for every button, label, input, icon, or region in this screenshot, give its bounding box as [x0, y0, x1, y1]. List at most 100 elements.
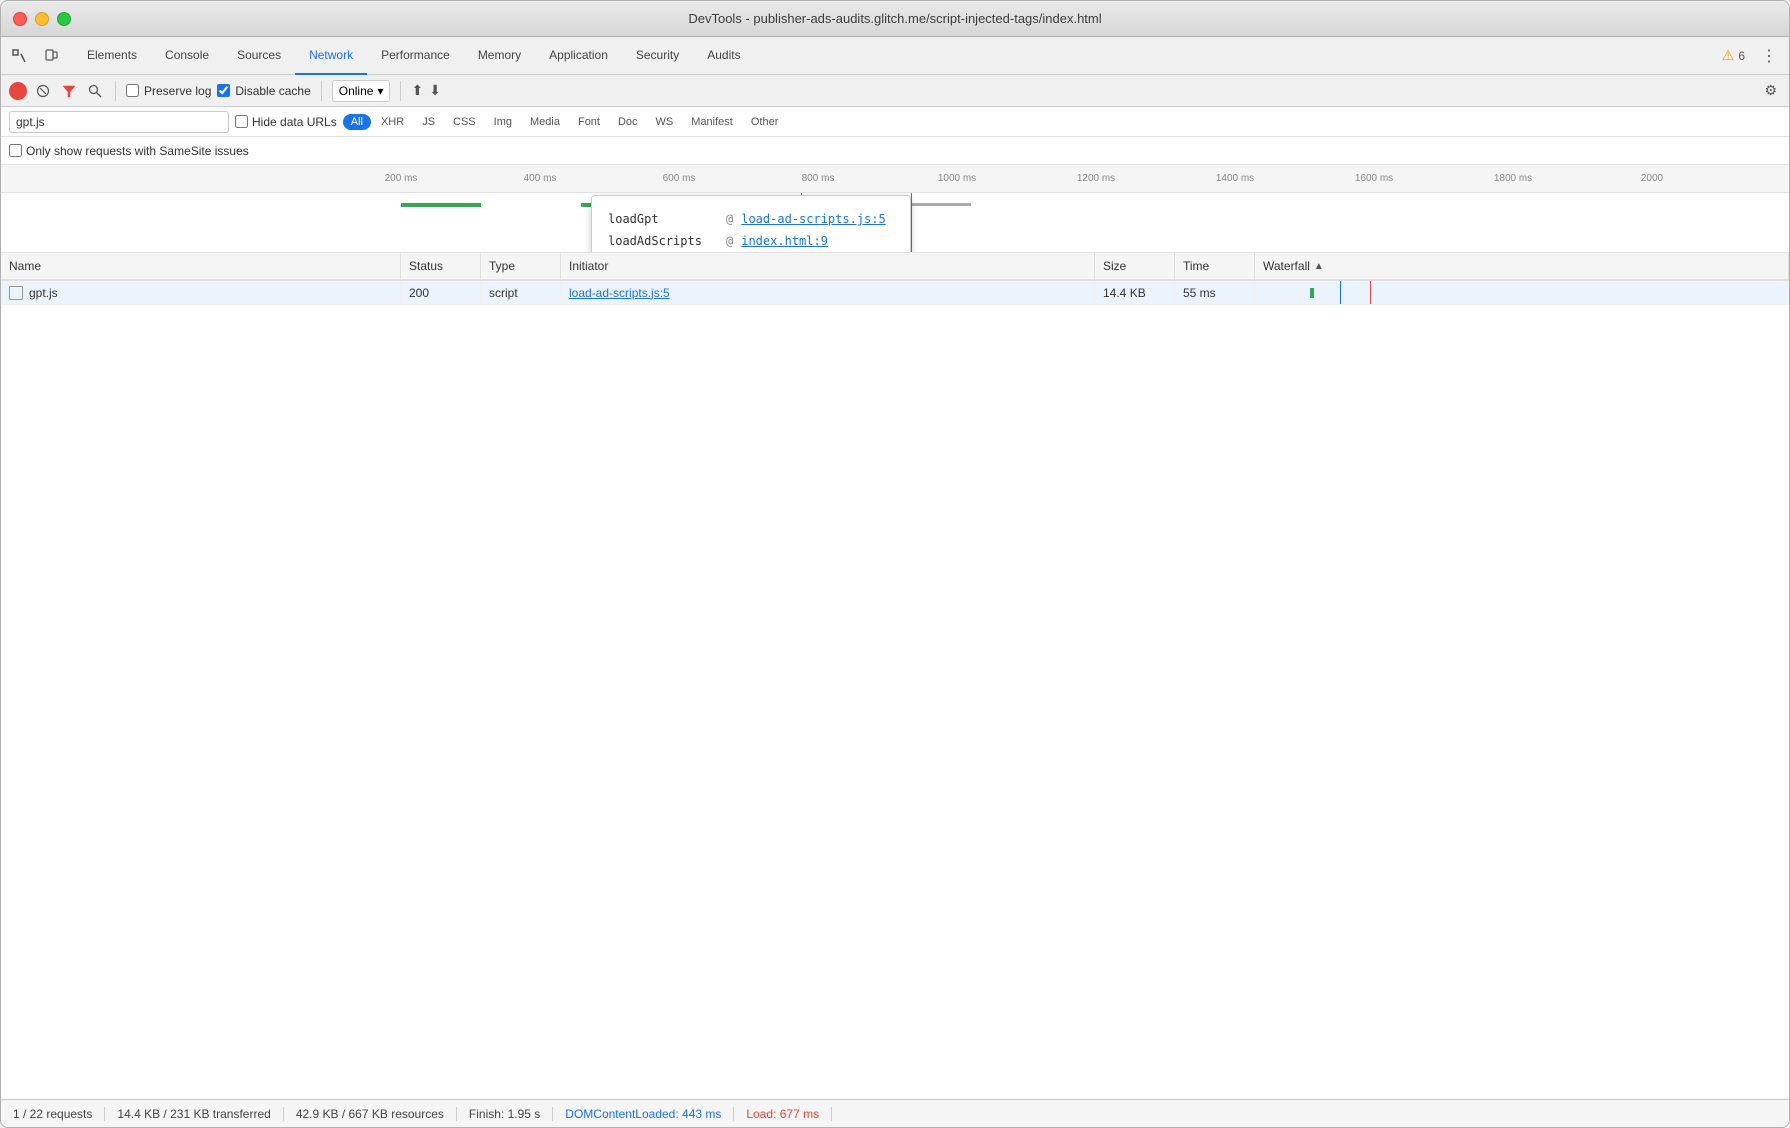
maximize-button[interactable]: [57, 12, 71, 26]
tab-memory[interactable]: Memory: [464, 37, 535, 75]
warning-icon: ⚠: [1722, 47, 1735, 64]
devtools-tab-bar: Elements Console Sources Network Perform…: [1, 37, 1789, 75]
tab-icons: [5, 42, 65, 70]
filter-css[interactable]: CSS: [445, 114, 484, 130]
th-size[interactable]: Size: [1095, 253, 1175, 279]
tab-elements[interactable]: Elements: [73, 37, 151, 75]
filter-font[interactable]: Font: [570, 114, 608, 130]
tab-performance[interactable]: Performance: [367, 37, 464, 75]
filter-ws[interactable]: WS: [648, 114, 682, 130]
status-load: Load: 677 ms: [734, 1107, 832, 1121]
warning-badge[interactable]: ⚠ 6: [1722, 47, 1745, 64]
tab-audits[interactable]: Audits: [693, 37, 754, 75]
preserve-log-label[interactable]: Preserve log: [126, 84, 211, 98]
disable-cache-checkbox[interactable]: [217, 84, 230, 97]
tick-1800ms: 1800 ms: [1494, 173, 1532, 184]
samesite-checkbox[interactable]: [9, 144, 22, 157]
traffic-lights: [13, 12, 71, 26]
tick-1000ms: 1000 ms: [938, 173, 976, 184]
td-type: script: [481, 281, 561, 304]
file-icon: [9, 286, 23, 300]
network-toolbar: Preserve log Disable cache Online ▾ ⬆ ⬇ …: [1, 75, 1789, 107]
initiator-link[interactable]: load-ad-scripts.js:5: [569, 286, 670, 300]
close-button[interactable]: [13, 12, 27, 26]
filter-js[interactable]: JS: [414, 114, 443, 130]
settings-button[interactable]: ⚙: [1760, 78, 1781, 103]
table-header: Name Status Type Initiator Size Time Wat…: [1, 253, 1789, 281]
status-requests: 1 / 22 requests: [13, 1107, 105, 1121]
preserve-log-checkbox[interactable]: [126, 84, 139, 97]
filter-media[interactable]: Media: [522, 114, 568, 130]
record-button[interactable]: [9, 82, 27, 100]
tick-1400ms: 1400 ms: [1216, 173, 1254, 184]
td-time: 55 ms: [1175, 281, 1255, 304]
filter-input[interactable]: [9, 111, 229, 133]
filter-other[interactable]: Other: [743, 114, 787, 130]
search-button[interactable]: [85, 81, 105, 101]
samesite-bar: Only show requests with SameSite issues: [1, 137, 1789, 165]
inspect-element-button[interactable]: [5, 42, 33, 70]
tick-600ms: 600 ms: [663, 173, 696, 184]
tab-console[interactable]: Console: [151, 37, 223, 75]
filter-all[interactable]: All: [343, 114, 371, 130]
title-bar: DevTools - publisher-ads-audits.glitch.m…: [1, 1, 1789, 37]
td-name: gpt.js: [1, 281, 401, 304]
disable-cache-label[interactable]: Disable cache: [217, 84, 310, 98]
minimize-button[interactable]: [35, 12, 49, 26]
tick-400ms: 400 ms: [524, 173, 557, 184]
th-waterfall[interactable]: Waterfall ▲: [1255, 253, 1789, 279]
tab-security[interactable]: Security: [622, 37, 693, 75]
more-menu-button[interactable]: ⋮: [1753, 42, 1785, 70]
td-status: 200: [401, 281, 481, 304]
tab-network[interactable]: Network: [295, 37, 367, 75]
timeline-bars: loadGpt @ load-ad-scripts.js:5 loadAdScr…: [1, 193, 1789, 253]
hide-data-urls-checkbox[interactable]: [235, 115, 248, 128]
tooltip-link-2[interactable]: index.html:9: [741, 230, 828, 252]
import-button[interactable]: ⬆: [411, 82, 423, 99]
warning-count: 6: [1738, 49, 1745, 63]
filter-doc[interactable]: Doc: [610, 114, 646, 130]
filter-types: All XHR JS CSS Img Media Font Doc WS Man…: [343, 114, 787, 130]
th-name[interactable]: Name: [1, 253, 401, 279]
toolbar-divider: [115, 81, 116, 101]
status-resources: 42.9 KB / 667 KB resources: [284, 1107, 457, 1121]
tooltip-row-2: loadAdScripts @ index.html:9: [608, 230, 894, 252]
status-transferred: 14.4 KB / 231 KB transferred: [105, 1107, 283, 1121]
samesite-label[interactable]: Only show requests with SameSite issues: [9, 144, 249, 158]
th-status[interactable]: Status: [401, 253, 481, 279]
timeline-bar-1: [401, 203, 481, 207]
devtools-window: DevTools - publisher-ads-audits.glitch.m…: [0, 0, 1790, 1128]
th-time[interactable]: Time: [1175, 253, 1255, 279]
filter-img[interactable]: Img: [486, 114, 520, 130]
chevron-down-icon: ▾: [377, 84, 383, 98]
tooltip-link-1[interactable]: load-ad-scripts.js:5: [741, 208, 886, 230]
waterfall-dom-line: [1340, 281, 1341, 304]
throttle-select[interactable]: Online ▾: [332, 80, 391, 102]
clear-button[interactable]: [33, 81, 53, 101]
tick-1600ms: 1600 ms: [1355, 173, 1393, 184]
table-row[interactable]: gpt.js 200 script load-ad-scripts.js:5 1…: [1, 281, 1789, 305]
tick-2000: 2000: [1641, 173, 1663, 184]
sort-arrow-icon: ▲: [1314, 261, 1324, 272]
device-toolbar-button[interactable]: [37, 42, 65, 70]
load-line: [911, 193, 912, 252]
timeline-ticks: 200 ms 400 ms 600 ms 800 ms 1000 ms 1200…: [401, 165, 1789, 192]
toolbar-divider-3: [400, 81, 401, 101]
status-bar: 1 / 22 requests 14.4 KB / 231 KB transfe…: [1, 1099, 1789, 1127]
tab-application[interactable]: Application: [535, 37, 622, 75]
tab-sources[interactable]: Sources: [223, 37, 295, 75]
waterfall-bar: [1310, 288, 1314, 298]
hide-data-urls-label[interactable]: Hide data URLs: [235, 115, 337, 129]
th-initiator[interactable]: Initiator: [561, 253, 1095, 279]
export-button[interactable]: ⬇: [429, 82, 441, 99]
tooltip-row-1: loadGpt @ load-ad-scripts.js:5: [608, 208, 894, 230]
status-finish: Finish: 1.95 s: [457, 1107, 553, 1121]
toolbar-divider-2: [321, 81, 322, 101]
tick-200ms: 200 ms: [385, 173, 418, 184]
td-initiator: load-ad-scripts.js:5: [561, 281, 1095, 304]
timeline-header: 200 ms 400 ms 600 ms 800 ms 1000 ms 1200…: [1, 165, 1789, 193]
filter-button[interactable]: [59, 81, 79, 101]
th-type[interactable]: Type: [481, 253, 561, 279]
filter-manifest[interactable]: Manifest: [683, 114, 741, 130]
filter-xhr[interactable]: XHR: [373, 114, 412, 130]
